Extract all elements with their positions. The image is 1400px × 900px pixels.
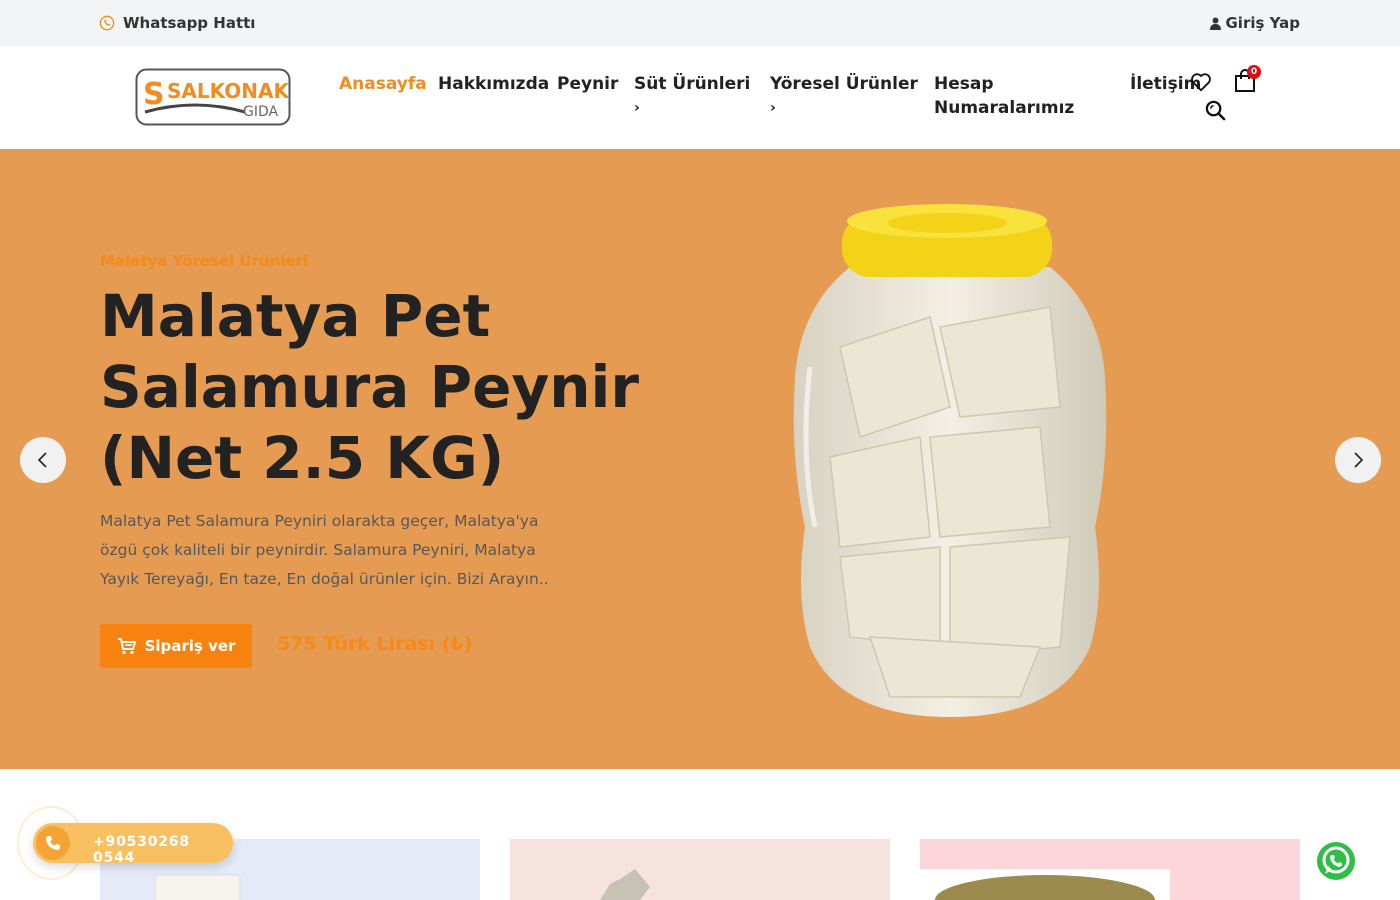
logo-text-main: SALKONAK [167,79,290,103]
login-label: Giriş Yap [1225,14,1301,32]
phone-icon [36,826,70,860]
whatsapp-line-label: Whatsapp Hattı [123,14,256,32]
hero-slider: Malatya Yöresel Ürünleri Malatya Pet Sal… [0,149,1400,769]
chevron-right-icon: › [770,100,776,116]
call-widget-number: +90530268 0544 [93,834,190,866]
nav-yoresel-urunler[interactable]: Yöresel Ürünler › [770,72,918,120]
hero-description: Malatya Pet Salamura Peyniri olarakta ge… [100,512,549,588]
nav-anasayfa[interactable]: Anasayfa [339,72,427,96]
call-widget[interactable]: +90530268 0544 [33,823,233,866]
cart-icon [117,638,136,655]
logo-text-sub: GIDA [243,104,279,120]
nav-label: Hesap [934,74,994,94]
chevron-left-icon [37,452,47,468]
nav-label: Hakkımızda [438,74,550,94]
nav-sut-urunleri[interactable]: Süt Ürünleri › [634,72,750,120]
product-image [920,869,1170,900]
chevron-right-icon: › [634,100,640,116]
hero-title-line: (Net 2.5 KG) [100,424,505,492]
nav-label: Süt Ürünleri [634,74,751,94]
whatsapp-icon [99,15,115,31]
nav-label: Anasayfa [339,74,427,94]
cart-count-badge: 0 [1247,65,1261,79]
nav-label: Numaralarımız [934,98,1075,118]
nav-peynir[interactable]: Peynir [557,72,618,96]
nav-hesap-numaralarimiz[interactable]: Hesap Numaralarımız [934,72,1074,120]
hero-title-line: Malatya Pet [100,282,491,350]
heart-icon[interactable] [1190,71,1212,93]
whatsapp-line-link[interactable]: Whatsapp Hattı [99,14,255,32]
slider-next-button[interactable] [1335,437,1381,483]
hero-subtitle: Malatya Yöresel Ürünleri [100,252,309,270]
top-bar: Whatsapp Hattı Giriş Yap [0,0,1400,47]
product-card[interactable] [920,839,1300,900]
product-jar-image [793,204,1107,717]
hero-price: 575 Türk Lirası (₺) [277,633,473,655]
nav-label: Yöresel Ürünler [770,74,918,94]
search-icon[interactable] [1205,100,1226,121]
whatsapp-float-icon[interactable] [1315,840,1357,882]
chevron-right-icon [1354,452,1364,468]
site-logo[interactable]: S SALKONAK GIDA [135,68,291,126]
product-image [600,869,650,900]
nav-label: Peynir [557,74,619,94]
main-header: S SALKONAK GIDA Anasayfa Hakkımızda Peyn… [0,47,1400,149]
order-button[interactable]: Sipariş ver [100,624,252,668]
login-link[interactable]: Giriş Yap [1209,14,1301,32]
hero-title-line: Salamura Peynir [100,353,640,421]
product-card[interactable] [510,839,890,900]
nav-hakkimizda[interactable]: Hakkımızda [438,72,549,96]
user-icon [1209,17,1221,30]
hero-title: Malatya Pet Salamura Peynir (Net 2.5 KG) [100,281,660,494]
slider-prev-button[interactable] [20,437,66,483]
order-button-label: Sipariş ver [144,637,236,655]
